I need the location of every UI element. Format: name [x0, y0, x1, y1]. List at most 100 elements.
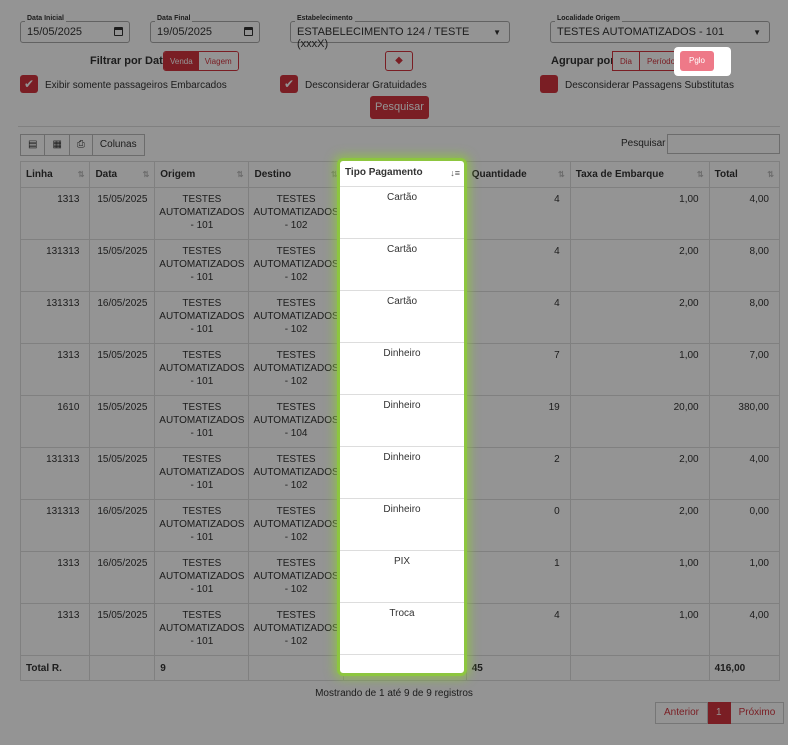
cell-quantidade: 0 [465, 499, 571, 552]
calendar-icon[interactable] [114, 27, 123, 36]
cell-tipo-pagamento: Dinheiro [340, 395, 464, 447]
check-icon: ✔ [283, 77, 295, 91]
option-venda[interactable]: Venda [164, 52, 199, 70]
cell-tipo-pagamento: Cartão [340, 291, 464, 343]
pagination-page[interactable]: 1 [708, 702, 731, 724]
data-inicial-field[interactable]: Data Inicial 15/05/2025 [20, 15, 130, 43]
cell-taxa-embarque: 1,00 [569, 187, 710, 240]
cell-total: 0,00 [708, 499, 781, 552]
substitutas-checkbox[interactable] [540, 75, 558, 93]
cell-taxa-embarque: 1,00 [569, 551, 710, 604]
chevron-down-icon: ▼ [493, 28, 501, 37]
table-info: Mostrando de 1 até 9 de 9 registros [315, 688, 473, 699]
agrupar-por-label: Agrupar por: [551, 55, 619, 67]
cell-data: 16/05/2025 [89, 291, 156, 344]
cell-quantidade: 4 [465, 603, 571, 656]
cell-origem: TESTES AUTOMATIZADOS - 101 [154, 343, 250, 396]
cell-taxa-embarque: 20,00 [569, 395, 710, 448]
print-button[interactable]: ⎙ [69, 134, 93, 156]
footer-quantidade-total: 45 [465, 655, 571, 681]
cell-linha: 1610 [19, 395, 91, 448]
col-header-origem[interactable]: Origem ⇅ [154, 161, 250, 188]
cell-quantidade: 4 [465, 291, 571, 344]
calendar-icon[interactable] [244, 27, 253, 36]
gratuidades-checkbox[interactable]: ✔ [280, 75, 298, 93]
col-header-tipo-pagamento[interactable]: Tipo Pagamento ↓≡ [340, 161, 464, 187]
cell-data: 15/05/2025 [89, 343, 156, 396]
col-header-quantidade[interactable]: Quantidade ⇅ [465, 161, 571, 188]
cell-origem: TESTES AUTOMATIZADOS - 101 [154, 291, 250, 344]
col-header-label: Destino [254, 169, 292, 180]
cell-total: 8,00 [708, 291, 781, 344]
data-inicial-label: Data Inicial [25, 15, 66, 22]
estabelecimento-select[interactable]: Estabelecimento ESTABELECIMENTO 124 / TE… [290, 15, 510, 50]
cell-tipo-pagamento: PIX [340, 551, 464, 603]
data-final-field[interactable]: Data Final 19/05/2025 [150, 15, 260, 43]
option-pglo[interactable]: Pglo [680, 51, 714, 71]
pagination-prev[interactable]: Anterior [655, 702, 709, 724]
cell-tipo-pagamento: Dinheiro [340, 447, 464, 499]
colunas-button[interactable]: Colunas [92, 134, 145, 156]
cell-destino: TESTES AUTOMATIZADOS - 104 [248, 395, 344, 448]
data-final-value: 19/05/2025 [157, 26, 213, 38]
col-header-taxa-embarque[interactable]: Taxa de Embarque ⇅ [569, 161, 710, 188]
sort-icon: ⇅ [696, 170, 704, 179]
localidade-origem-select[interactable]: Localidade Origem TESTES AUTOMATIZADOS -… [550, 15, 770, 43]
data-final-label: Data Final [155, 15, 193, 22]
col-header-linha[interactable]: Linha ⇅ [19, 161, 91, 188]
cell-destino: TESTES AUTOMATIZADOS - 102 [248, 603, 344, 656]
cell-quantidade: 4 [465, 239, 571, 292]
cell-taxa-embarque: 2,00 [569, 291, 710, 344]
cell-origem: TESTES AUTOMATIZADOS - 101 [154, 499, 250, 552]
cell-tipo-pagamento: Dinheiro [340, 499, 464, 551]
cell-linha: 1313 [19, 603, 91, 656]
cell-tipo-pagamento: Cartão [340, 239, 464, 291]
sort-icon: ⇅ [558, 170, 565, 179]
option-dia[interactable]: Dia [612, 51, 641, 71]
cell-total: 4,00 [708, 187, 781, 240]
eraser-button[interactable]: ◆ [385, 51, 413, 71]
embarcados-checkbox[interactable]: ✔ [20, 75, 38, 93]
cell-destino: TESTES AUTOMATIZADOS - 102 [248, 187, 344, 240]
data-inicial-value: 15/05/2025 [27, 26, 83, 38]
estabelecimento-value: ESTABELECIMENTO 124 / TESTE (xxxX) [297, 26, 470, 50]
cell-destino: TESTES AUTOMATIZADOS - 102 [248, 291, 344, 344]
cell-quantidade: 7 [465, 343, 571, 396]
check-icon: ✔ [23, 77, 35, 91]
col-header-label: Quantidade [471, 169, 527, 180]
cell-origem: TESTES AUTOMATIZADOS - 101 [154, 551, 250, 604]
cell-quantidade: 1 [465, 551, 571, 604]
sort-icon: ⇅ [330, 170, 338, 179]
cell-total: 380,00 [708, 395, 781, 448]
pagination-next[interactable]: Próximo [730, 702, 785, 724]
col-header-destino[interactable]: Destino ⇅ [248, 161, 344, 188]
col-header-data[interactable]: Data ⇅ [89, 161, 156, 188]
cell-data: 15/05/2025 [89, 447, 156, 500]
footer-empty [569, 655, 710, 681]
cell-tipo-pagamento: Troca [340, 603, 464, 655]
export-excel-button[interactable]: ▦ [45, 134, 70, 156]
col-header-total[interactable]: Total ⇅ [708, 161, 781, 188]
eraser-icon: ◆ [395, 55, 403, 66]
col-header-label: Linha [26, 169, 53, 180]
filtrar-por-data-label: Filtrar por Data: [90, 55, 173, 67]
table-search-input[interactable] [667, 134, 780, 154]
filtrar-por-data-toggle: Venda Viagem [163, 51, 239, 71]
table-search-label: Pesquisar [621, 138, 666, 149]
export-file-button[interactable]: ▤ [20, 134, 46, 156]
cell-total: 4,00 [708, 447, 781, 500]
cell-total: 7,00 [708, 343, 781, 396]
option-viagem[interactable]: Viagem [198, 52, 238, 70]
cell-origem: TESTES AUTOMATIZADOS - 101 [154, 239, 250, 292]
cell-taxa-embarque: 1,00 [569, 343, 710, 396]
spreadsheet-icon: ▦ [52, 139, 62, 150]
pesquisar-button[interactable]: Pesquisar [370, 96, 429, 119]
col-header-label: Tipo Pagamento [345, 167, 423, 178]
footer-origem-count: 9 [154, 655, 250, 681]
cell-quantidade: 2 [465, 447, 571, 500]
cell-data: 15/05/2025 [89, 603, 156, 656]
sort-icon: ⇅ [77, 170, 85, 179]
agrupar-por-toggle: Dia Período [612, 51, 684, 71]
cell-destino: TESTES AUTOMATIZADOS - 102 [248, 551, 344, 604]
footer-grand-total: 416,00 [708, 655, 781, 681]
